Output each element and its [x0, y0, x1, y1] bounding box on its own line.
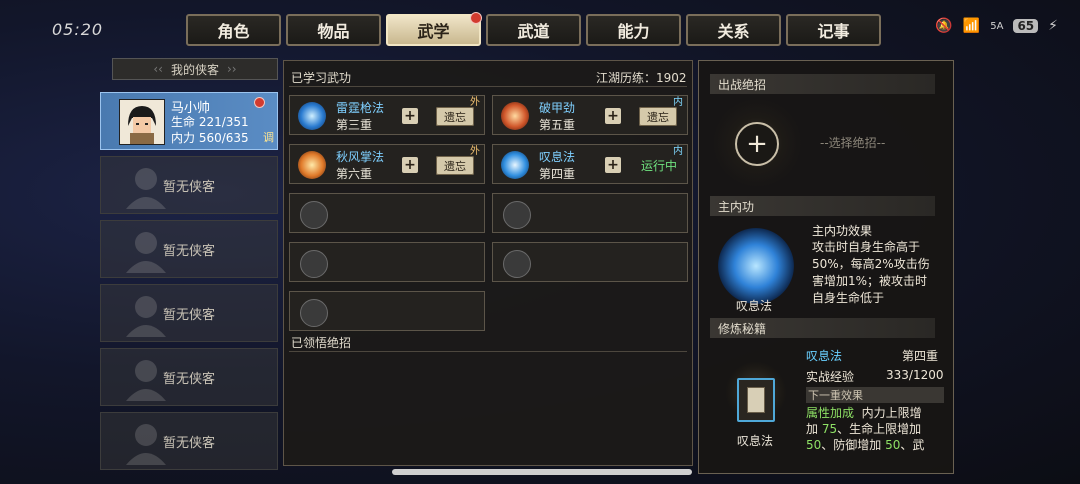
inner-effect-title: 主内功效果 — [812, 224, 873, 238]
next-effect-text: 属性加成 内力上限增 加 75、生命上限增加 50、防御增加 50、武 — [806, 406, 925, 452]
tab-martial[interactable]: 武学 — [386, 12, 482, 46]
running-status: 运行中 — [641, 159, 678, 173]
main-tabs: 角色 物品 武学 武道 能力 关系 记事 — [186, 12, 881, 46]
tab-role[interactable]: 角色 — [186, 14, 281, 46]
divider — [289, 86, 687, 87]
combat-exp-label: 实战经验 — [806, 370, 855, 384]
network-label: 5A — [990, 20, 1004, 32]
notification-dot — [254, 97, 265, 108]
empty-slot[interactable]: 暂无侠客 — [100, 284, 278, 342]
skill-type-badge: 内 — [673, 146, 683, 157]
tab-items[interactable]: 物品 — [286, 14, 381, 46]
roster-title: ‹‹ 我的侠客 ›› — [112, 58, 278, 80]
forget-button[interactable]: 遗忘 — [436, 156, 474, 175]
inner-skill-name: 叹息法 — [736, 299, 773, 313]
empty-slot-circle — [300, 250, 328, 278]
exp-readout: 江湖历练：1902 — [596, 71, 687, 85]
mute-icon: 🔕 — [935, 18, 953, 34]
upgrade-button[interactable]: + — [402, 108, 418, 124]
skill-card[interactable]: 雷霆枪法 第三重 + 遗忘 外 — [289, 95, 485, 135]
manual-level: 第四重 — [902, 349, 939, 363]
charging-icon: ⚡ — [1048, 18, 1058, 34]
ult-section-title: 出战绝招 — [710, 74, 935, 94]
empty-slot[interactable]: 暂无侠客 — [100, 156, 278, 214]
forget-button[interactable]: 遗忘 — [436, 107, 474, 126]
next-effect-title: 下一重效果 — [806, 387, 944, 403]
chevron-left-icon: ‹‹ — [153, 62, 163, 76]
scrollbar[interactable] — [392, 469, 692, 475]
tune-label[interactable]: 调 — [263, 129, 274, 145]
chevron-right-icon: ›› — [227, 62, 237, 76]
tab-relations[interactable]: 关系 — [686, 14, 781, 46]
inner-effect-text: 攻击时自身生命高于 50%，每高2%攻击伤 害增加1%；被攻击时 自身生命低于 — [812, 240, 930, 305]
inner-skill-icon — [718, 228, 794, 304]
empty-slot[interactable]: 暂无侠客 — [100, 348, 278, 406]
skill-card[interactable]: 秋风掌法 第六重 + 遗忘 外 — [289, 144, 485, 184]
empty-skill-slot[interactable] — [289, 291, 485, 331]
autumn-palm-icon — [298, 151, 326, 179]
empty-skill-slot[interactable] — [289, 193, 485, 233]
forget-button[interactable]: 遗忘 — [639, 107, 677, 126]
manual-book-name: 叹息法 — [737, 434, 774, 448]
book-icon[interactable] — [737, 378, 775, 422]
sigh-technique-icon — [501, 151, 529, 179]
inner-section-title: 主内功 — [710, 196, 935, 216]
empty-skill-slot[interactable] — [492, 242, 688, 282]
empty-slot-circle — [503, 201, 531, 229]
manual-skill: 叹息法 — [806, 349, 843, 363]
upgrade-button[interactable]: + — [605, 157, 621, 173]
skill-card[interactable]: 破甲劲 第五重 + 遗忘 内 — [492, 95, 688, 135]
tab-ability[interactable]: 能力 — [586, 14, 681, 46]
add-ult-button[interactable]: + — [735, 122, 779, 166]
notification-dot — [470, 12, 482, 24]
upgrade-button[interactable]: + — [402, 157, 418, 173]
empty-skill-slot[interactable] — [289, 242, 485, 282]
status-time: 05:20 — [52, 20, 104, 39]
empty-slot[interactable]: 暂无侠客 — [100, 220, 278, 278]
skill-type-badge: 内 — [673, 97, 683, 108]
manual-section-title: 修炼秘籍 — [710, 318, 935, 338]
empty-slot-circle — [300, 299, 328, 327]
hero-mp: 内力 560/635 — [171, 131, 249, 145]
battery-indicator: 65 — [1013, 19, 1039, 33]
skill-type-badge: 外 — [470, 97, 480, 108]
hero-slot[interactable]: 马小帅 生命 221/351 内力 560/635 调 — [100, 92, 278, 150]
empty-slot-circle — [300, 201, 328, 229]
lightning-spear-icon — [298, 102, 326, 130]
avatar — [119, 99, 165, 145]
status-icons: 🔕 📶 5A 65 ⚡ — [935, 18, 1058, 34]
hero-hp: 生命 221/351 — [171, 115, 249, 129]
learned-title: 已学习武功 — [291, 71, 352, 85]
empty-slot-circle — [503, 250, 531, 278]
skill-type-badge: 外 — [470, 146, 480, 157]
ult-placeholder: --选择绝招-- — [820, 136, 886, 150]
armor-break-icon — [501, 102, 529, 130]
tab-journal[interactable]: 记事 — [786, 14, 881, 46]
divider — [289, 351, 687, 352]
combat-exp-value: 333/1200 — [886, 368, 944, 382]
comprehend-title: 已领悟绝招 — [291, 336, 352, 350]
empty-skill-slot[interactable] — [492, 193, 688, 233]
empty-slot[interactable]: 暂无侠客 — [100, 412, 278, 470]
upgrade-button[interactable]: + — [605, 108, 621, 124]
wifi-icon: 📶 — [962, 18, 981, 34]
tab-wudao[interactable]: 武道 — [486, 14, 581, 46]
skill-card[interactable]: 叹息法 第四重 + 运行中 内 — [492, 144, 688, 184]
